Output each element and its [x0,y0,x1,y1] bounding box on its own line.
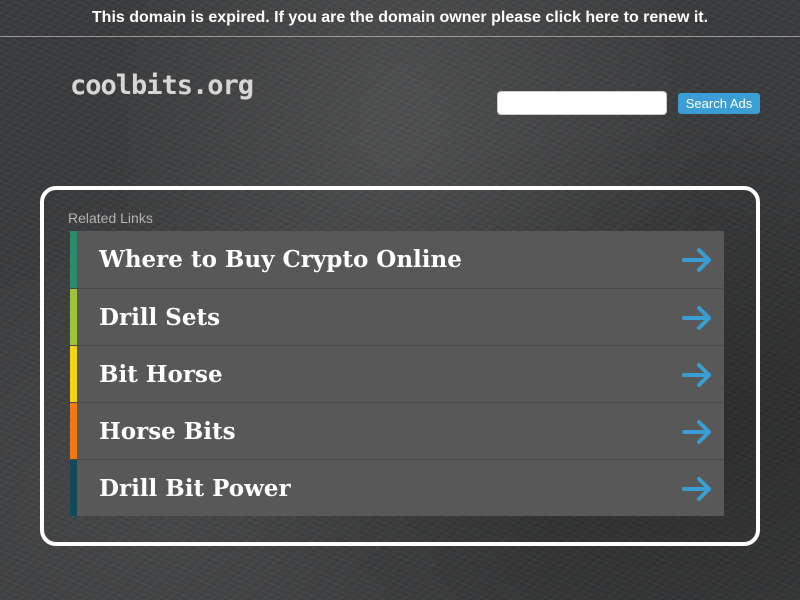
link-color-bar [70,346,77,402]
renew-domain-link[interactable]: This domain is expired. If you are the d… [92,9,708,27]
related-link-4[interactable]: Drill Bit Power [70,459,724,516]
link-color-bar [70,231,77,288]
related-links-title: Related Links [68,210,153,226]
related-links-list: Where to Buy Crypto Online Drill Sets Bi… [70,231,724,516]
arrow-right-icon [682,248,711,272]
site-logo[interactable]: coolbits.org [70,70,254,101]
link-color-bar [70,289,77,345]
link-color-bar [70,403,77,459]
related-link-1[interactable]: Drill Sets [70,288,724,345]
related-links-panel: Related Links Where to Buy Crypto Online… [40,186,760,546]
related-link-label: Bit Horse [99,360,223,388]
related-link-label: Horse Bits [99,417,236,445]
search-input[interactable] [497,91,667,115]
related-link-label: Drill Bit Power [99,474,291,502]
link-color-bar [70,460,77,516]
related-link-2[interactable]: Bit Horse [70,345,724,402]
search-ads-button[interactable]: Search Ads [678,93,760,114]
related-link-3[interactable]: Horse Bits [70,402,724,459]
arrow-right-icon [682,306,711,330]
arrow-right-icon [682,363,711,387]
expired-domain-banner: This domain is expired. If you are the d… [0,0,800,37]
arrow-right-icon [682,420,711,444]
related-link-label: Drill Sets [99,303,221,331]
related-link-label: Where to Buy Crypto Online [99,246,462,273]
related-link-0[interactable]: Where to Buy Crypto Online [70,231,724,288]
arrow-right-icon [682,477,711,501]
